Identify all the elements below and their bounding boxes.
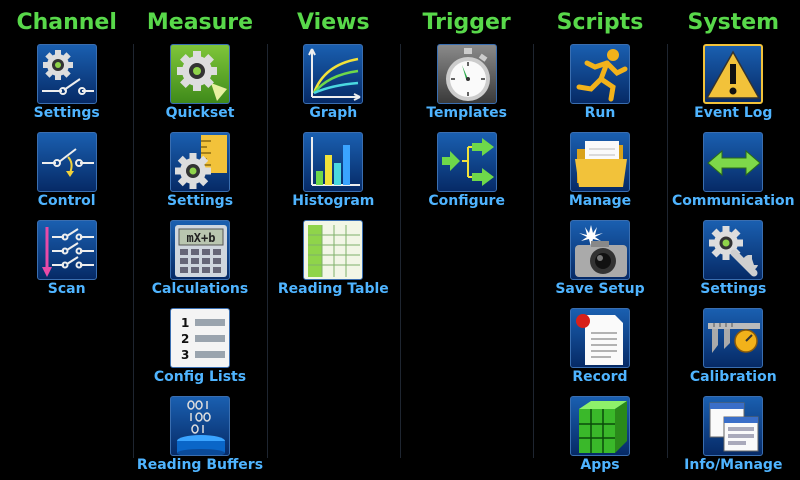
scripts-save-setup-label: Save Setup xyxy=(555,281,645,297)
record-icon xyxy=(569,308,630,368)
table-icon xyxy=(303,220,364,280)
measure-quickset-label: Quickset xyxy=(165,105,235,121)
trigger-configure-label: Configure xyxy=(428,193,505,209)
column-scripts: Scripts Run Manage Save Setup Record App… xyxy=(533,0,666,480)
system-settings-button[interactable]: Settings xyxy=(667,220,800,297)
measure-settings-button[interactable]: Settings xyxy=(133,132,266,209)
system-settings-icon xyxy=(703,220,764,280)
scripts-manage-label: Manage xyxy=(568,193,632,209)
communication-arrows-icon xyxy=(703,132,764,192)
measure-settings-label: Settings xyxy=(166,193,234,209)
system-communication-label: Communication xyxy=(671,193,795,209)
system-event-log-button[interactable]: Event Log xyxy=(667,44,800,121)
measure-settings-icon xyxy=(169,132,230,192)
list-number-3: 3 xyxy=(181,348,189,362)
info-windows-icon xyxy=(703,396,764,456)
trigger-templates-label: Templates xyxy=(426,105,507,121)
histogram-icon xyxy=(303,132,364,192)
calc-display: mX+b xyxy=(187,231,216,245)
column-views: Views Graph Histogram Reading Table xyxy=(266,0,400,480)
reading-buffer-icon xyxy=(169,396,230,456)
trigger-templates-button[interactable]: Templates xyxy=(400,44,533,121)
system-settings-label: Settings xyxy=(700,281,767,297)
scripts-run-label: Run xyxy=(584,105,616,121)
apps-cube-icon xyxy=(569,396,630,456)
stopwatch-icon xyxy=(436,44,497,104)
scripts-apps-button[interactable]: Apps xyxy=(533,396,666,473)
column-measure: Measure Quickset Settings mX+b Calculati… xyxy=(133,0,266,480)
scripts-manage-button[interactable]: Manage xyxy=(533,132,666,209)
views-reading-table-label: Reading Table xyxy=(277,281,389,297)
system-calibration-label: Calibration xyxy=(689,369,777,385)
heading-measure: Measure xyxy=(146,10,254,35)
quickset-icon xyxy=(169,44,230,104)
system-event-log-label: Event Log xyxy=(694,105,773,121)
system-info-manage-label: Info/Manage xyxy=(684,457,783,473)
system-calibration-button[interactable]: Calibration xyxy=(667,308,800,385)
channel-scan-label: Scan xyxy=(47,281,86,297)
trigger-configure-button[interactable]: Configure xyxy=(400,132,533,209)
channel-settings-label: Settings xyxy=(33,105,100,121)
calculator-icon: mX+b xyxy=(169,220,230,280)
scripts-record-button[interactable]: Record xyxy=(533,308,666,385)
heading-scripts: Scripts xyxy=(556,10,644,35)
views-reading-table-button[interactable]: Reading Table xyxy=(267,220,400,297)
heading-views: Views xyxy=(297,10,370,35)
folder-icon xyxy=(569,132,630,192)
scripts-save-setup-button[interactable]: Save Setup xyxy=(533,220,666,297)
list-number-2: 2 xyxy=(181,332,189,346)
trigger-flow-icon xyxy=(436,132,497,192)
views-graph-label: Graph xyxy=(309,105,358,121)
measure-calculations-label: Calculations xyxy=(151,281,249,297)
channel-settings-button[interactable]: Settings xyxy=(0,44,133,121)
scripts-apps-label: Apps xyxy=(580,457,620,473)
channel-scan-button[interactable]: Scan xyxy=(0,220,133,297)
column-trigger: Trigger Templates Configure xyxy=(399,0,533,480)
heading-channel: Channel xyxy=(16,10,117,35)
views-histogram-label: Histogram xyxy=(292,193,375,209)
menu-grid: Channel Settings Control Scan Measure Qu… xyxy=(0,0,800,480)
scripts-run-button[interactable]: Run xyxy=(533,44,666,121)
measure-quickset-button[interactable]: Quickset xyxy=(133,44,266,121)
system-info-manage-button[interactable]: Info/Manage xyxy=(667,396,800,473)
channel-control-button[interactable]: Control xyxy=(0,132,133,209)
column-channel: Channel Settings Control Scan xyxy=(0,0,133,480)
views-histogram-button[interactable]: Histogram xyxy=(267,132,400,209)
measure-calculations-button[interactable]: mX+b Calculations xyxy=(133,220,266,297)
measure-config-lists-label: Config Lists xyxy=(153,369,247,385)
scripts-record-label: Record xyxy=(572,369,628,385)
camera-icon xyxy=(569,220,630,280)
measure-reading-buffers-label: Reading Buffers xyxy=(136,457,264,473)
views-graph-button[interactable]: Graph xyxy=(267,44,400,121)
scan-icon xyxy=(36,220,97,280)
caliper-icon xyxy=(703,308,764,368)
measure-reading-buffers-button[interactable]: Reading Buffers xyxy=(133,396,266,473)
list-number-1: 1 xyxy=(181,316,189,330)
column-system: System Event Log Communication Settings … xyxy=(666,0,800,480)
channel-settings-icon xyxy=(36,44,97,104)
warning-icon xyxy=(703,44,764,104)
running-person-icon xyxy=(569,44,630,104)
measure-config-lists-button[interactable]: 1 2 3 Config Lists xyxy=(133,308,266,385)
heading-system: System xyxy=(687,10,780,35)
config-list-icon: 1 2 3 xyxy=(169,308,230,368)
heading-trigger: Trigger xyxy=(422,10,511,35)
channel-control-label: Control xyxy=(37,193,96,209)
system-communication-button[interactable]: Communication xyxy=(667,132,800,209)
graph-icon xyxy=(303,44,364,104)
switch-control-icon xyxy=(36,132,97,192)
